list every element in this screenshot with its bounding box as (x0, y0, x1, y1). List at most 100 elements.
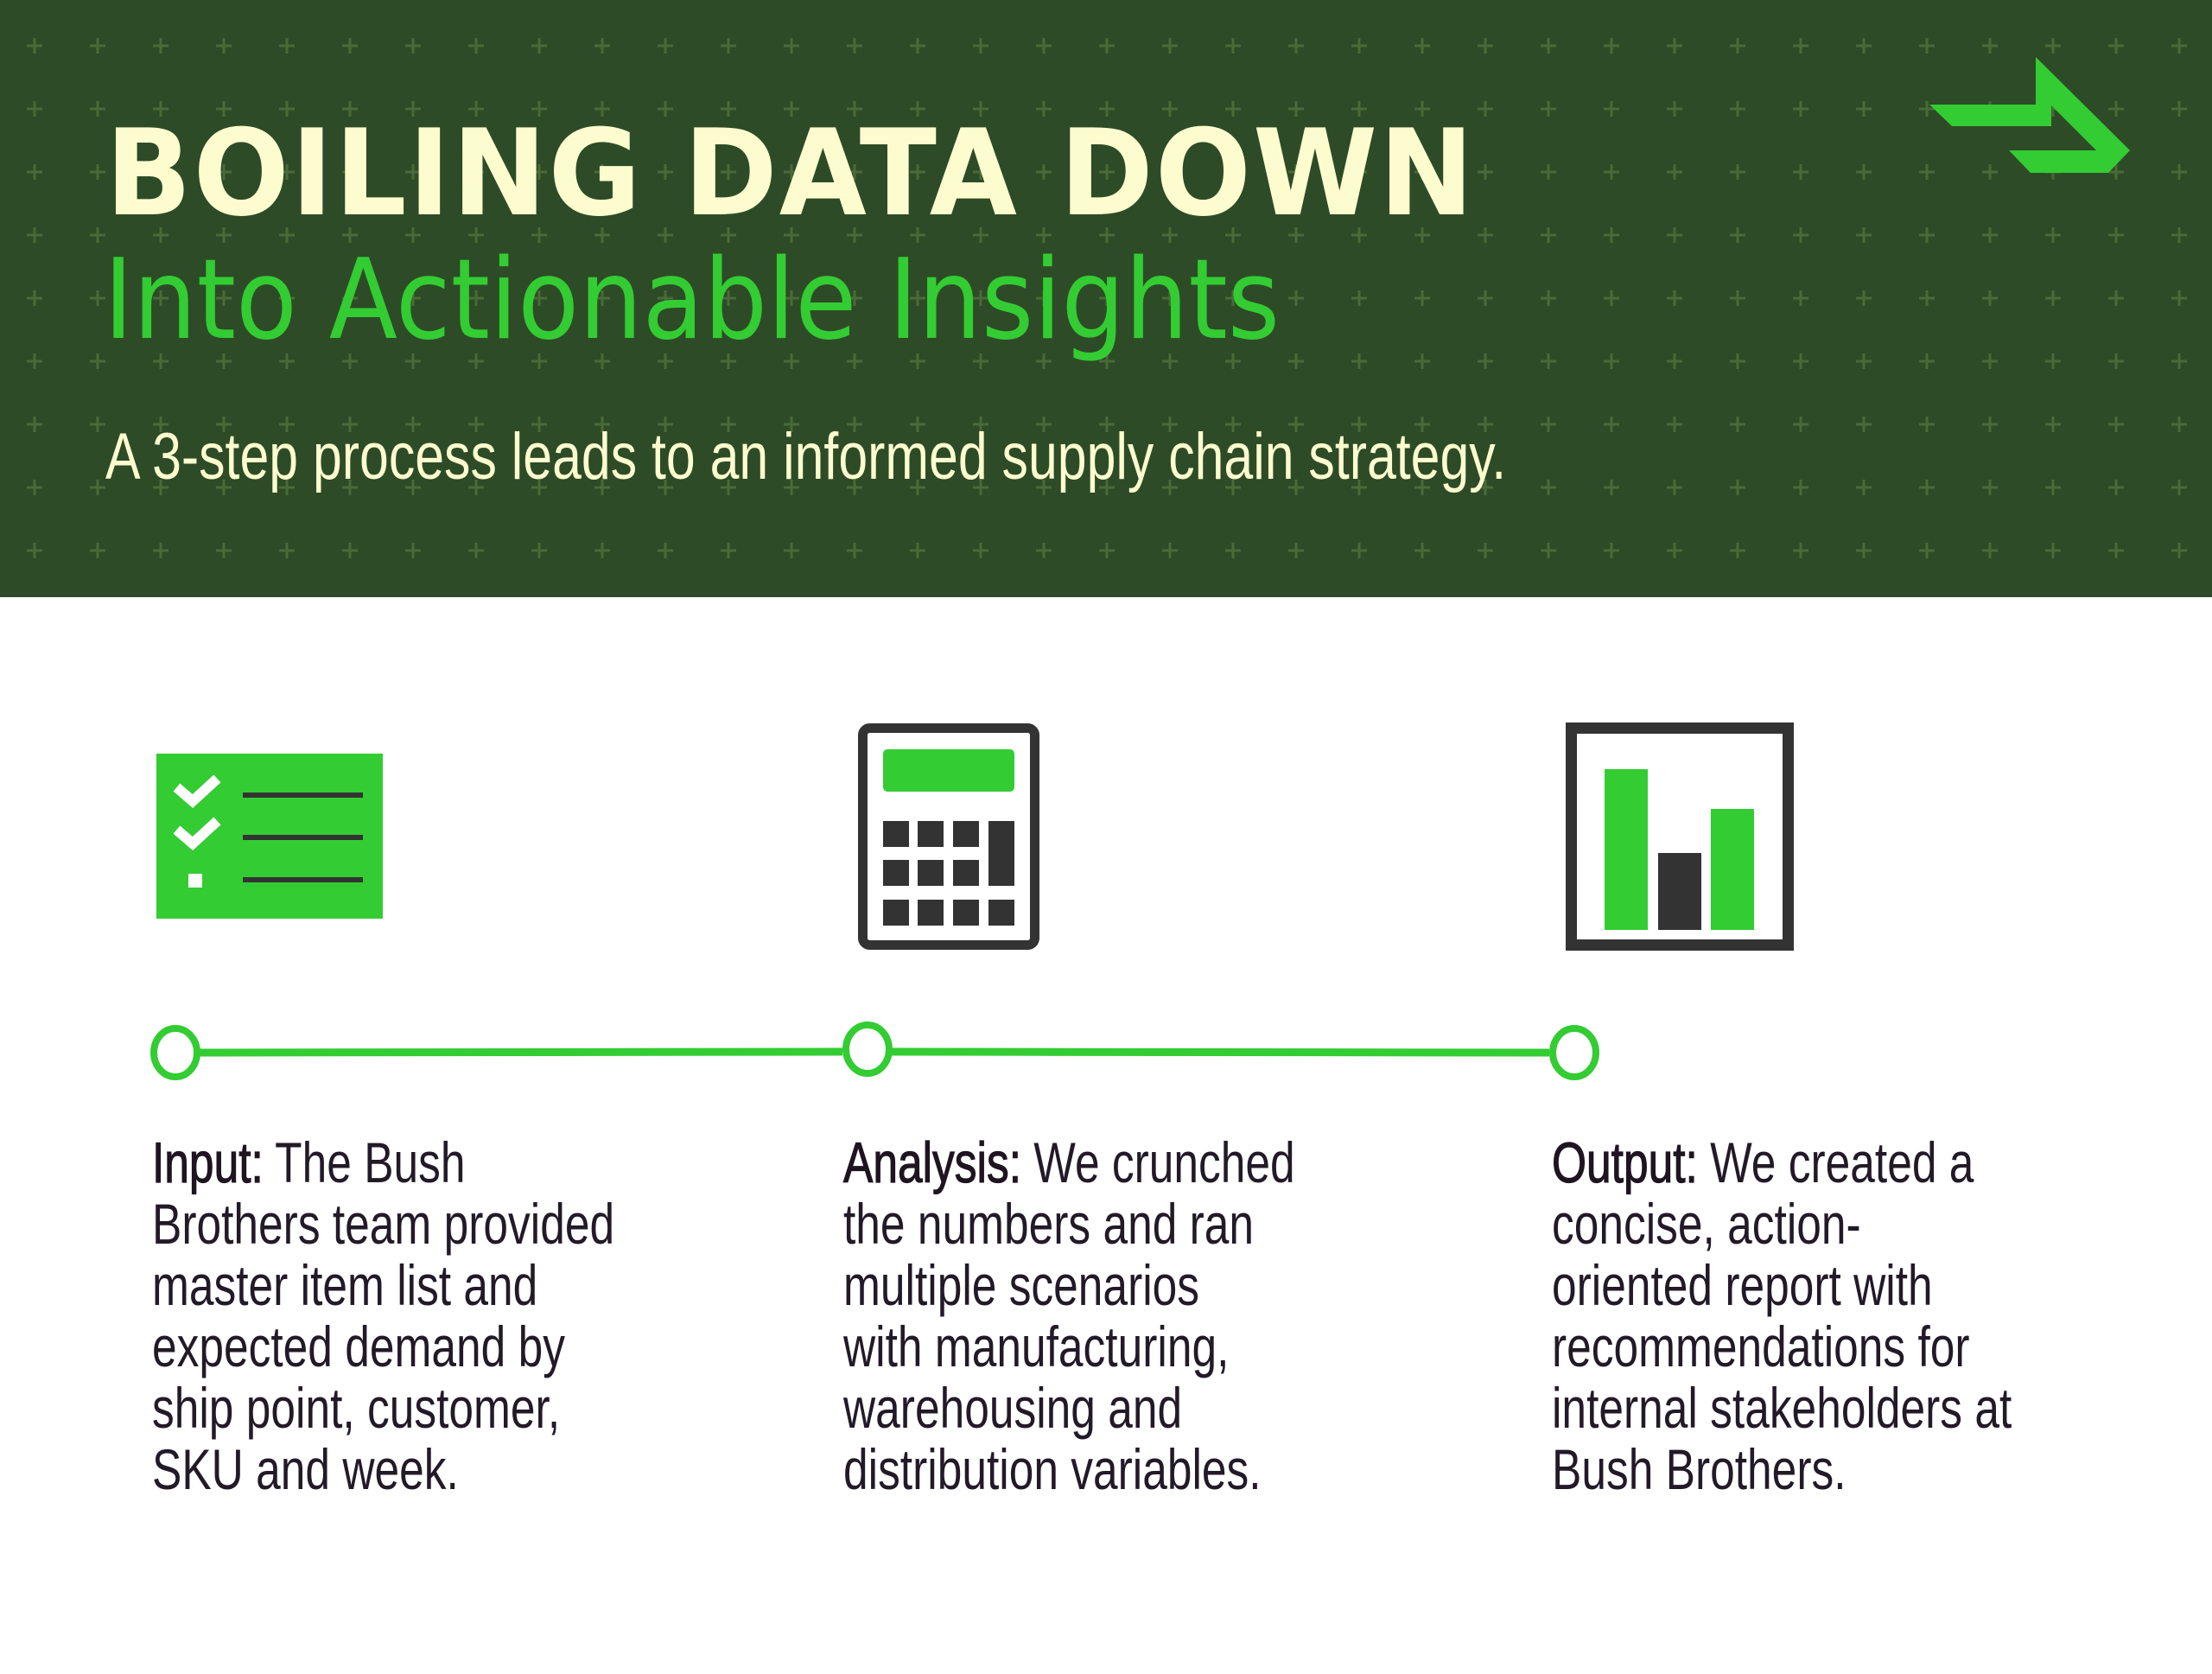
step-first-line: Output: We created a (1552, 1130, 1974, 1194)
plus-mark (1288, 38, 1304, 54)
plus-mark (1604, 164, 1619, 180)
timeline (150, 1022, 1599, 1080)
plus-mark (1793, 290, 1808, 306)
plus-mark (1604, 480, 1619, 495)
plus-mark (279, 38, 295, 54)
plus-mark (90, 101, 105, 117)
plus-mark (2108, 417, 2124, 432)
plus-mark (1162, 38, 1178, 54)
bar-chart-icon (1566, 722, 1794, 951)
plus-mark (1730, 101, 1745, 117)
timeline-node-output (1549, 1025, 1599, 1080)
plus-mark (1667, 480, 1682, 495)
plus-mark (279, 543, 295, 558)
step-text-line: oriented report with (1552, 1253, 1933, 1317)
step-text-line: the numbers and ran (843, 1192, 1255, 1256)
plus-mark (658, 38, 673, 54)
plus-mark (1036, 38, 1052, 54)
plus-mark (1667, 353, 1682, 369)
step-first-line: Input: The Bush (152, 1130, 466, 1194)
plus-mark (1604, 290, 1619, 306)
plus-mark (1099, 543, 1115, 558)
plus-mark (531, 543, 547, 558)
plus-mark (594, 38, 610, 54)
timeline-node-input (150, 1025, 200, 1080)
plus-mark (2108, 543, 2124, 558)
step-text-line: concise, action- (1552, 1192, 1861, 1256)
plus-mark (1478, 543, 1493, 558)
plus-mark (1351, 290, 1367, 306)
checklist-icon (156, 754, 383, 919)
plus-mark (216, 38, 232, 54)
plus-mark (153, 38, 168, 54)
plus-mark (27, 480, 42, 495)
plus-mark (1414, 353, 1430, 369)
step-text-line: expected demand by (152, 1314, 565, 1378)
plus-mark (1730, 164, 1745, 180)
plus-mark (1541, 417, 1556, 432)
plus-mark (342, 543, 358, 558)
step-text-line: master item list and (152, 1253, 538, 1317)
plus-mark (1604, 353, 1619, 369)
step-text-line: distribution variables. (843, 1437, 1262, 1501)
plus-mark (594, 543, 610, 558)
plus-mark (1856, 480, 1872, 495)
page-title: BOILING DATA DOWN (105, 104, 1476, 243)
plus-mark (1162, 543, 1178, 558)
plus-mark (1793, 101, 1808, 117)
plus-mark (1730, 290, 1745, 306)
step-text-line: SKU and week. (152, 1437, 459, 1501)
plus-mark (1099, 38, 1115, 54)
plus-mark (658, 543, 673, 558)
plus-mark (1793, 164, 1808, 180)
plus-mark (1604, 543, 1619, 558)
plus-mark (1541, 480, 1556, 495)
plus-mark (1351, 353, 1367, 369)
step-first-line: Analysis: We crunched (843, 1130, 1295, 1194)
plus-mark (1604, 417, 1619, 432)
plus-mark (27, 227, 42, 243)
plus-mark (1667, 227, 1682, 243)
plus-mark (2108, 38, 2124, 54)
plus-mark (1604, 38, 1619, 54)
plus-mark (1730, 227, 1745, 243)
plus-mark (721, 38, 736, 54)
plus-mark (27, 290, 42, 306)
plus-mark (1541, 38, 1556, 54)
plus-mark (1856, 101, 1872, 117)
plus-mark (1793, 227, 1808, 243)
plus-mark (1541, 164, 1556, 180)
plus-mark (153, 543, 168, 558)
plus-mark (1414, 543, 1430, 558)
page-subtitle: Into Actionable Insights (104, 236, 1281, 365)
plus-mark (1478, 227, 1493, 243)
plus-mark (2108, 353, 2124, 369)
plus-mark (1351, 38, 1367, 54)
plus-mark (1478, 101, 1493, 117)
plus-mark (1478, 290, 1493, 306)
step-label: Input: (152, 1130, 264, 1194)
plus-mark (216, 543, 232, 558)
plus-mark (2171, 353, 2187, 369)
plus-mark (784, 543, 799, 558)
plus-mark (1541, 353, 1556, 369)
step-text-line: warehousing and (843, 1376, 1183, 1440)
plus-mark (1414, 290, 1430, 306)
plus-mark (1919, 543, 1935, 558)
plus-mark (847, 543, 862, 558)
plus-mark (1541, 543, 1556, 558)
timeline-node-analysis (842, 1022, 893, 1077)
plus-mark (1919, 290, 1935, 306)
plus-mark (90, 480, 105, 495)
step-analysis: Analysis: We crunched the numbers and ra… (843, 1130, 1448, 1501)
plus-mark (405, 543, 421, 558)
step-text-line: Bush Brothers. (1552, 1437, 1847, 1501)
plus-mark (2171, 38, 2187, 54)
plus-mark (1919, 38, 1935, 54)
plus-mark (1982, 38, 1998, 54)
plus-mark (1288, 290, 1304, 306)
plus-mark (531, 38, 547, 54)
plus-mark (1730, 543, 1745, 558)
plus-mark (2108, 290, 2124, 306)
plus-mark (1856, 227, 1872, 243)
